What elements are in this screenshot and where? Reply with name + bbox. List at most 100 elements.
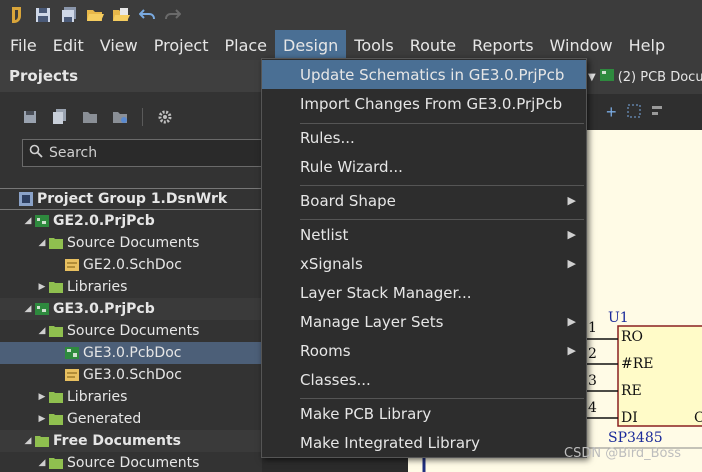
component-designator[interactable]: U1 <box>608 310 629 326</box>
tree-item-label: Libraries <box>67 279 128 295</box>
menu-item-classes[interactable]: Classes... <box>262 365 586 394</box>
tree-item-ge2-schdoc[interactable]: GE2.0.SchDoc <box>0 254 262 276</box>
menu-help[interactable]: Help <box>621 30 673 60</box>
expand-arrow-icon[interactable]: ▶ <box>36 414 48 424</box>
collapse-arrow-icon[interactable]: ◢ <box>36 238 48 248</box>
tree-item-free-documents[interactable]: ◢ Free Documents <box>0 430 262 452</box>
folder-arrow-icon[interactable] <box>78 105 102 129</box>
tree-item-label: Source Documents <box>67 323 200 339</box>
open-folder-icon[interactable] <box>82 2 108 28</box>
tree-item-project-group[interactable]: Project Group 1.DsnWrk <box>0 188 262 210</box>
menu-route[interactable]: Route <box>402 30 464 60</box>
tree-item-libraries[interactable]: ▶ Libraries <box>0 276 262 298</box>
pin-number: 1 <box>588 320 597 336</box>
folder-check-icon[interactable] <box>108 105 132 129</box>
tree-item-ge3-schdoc[interactable]: GE3.0.SchDoc <box>0 364 262 386</box>
menu-item-rules[interactable]: Rules... <box>262 123 586 152</box>
tree-item-label: Source Documents <box>67 235 200 251</box>
menu-item-rule-wizard[interactable]: Rule Wizard... <box>262 152 586 181</box>
menu-item-netlist[interactable]: Netlist ▶ <box>262 220 586 249</box>
menu-item-board-shape[interactable]: Board Shape ▶ <box>262 186 586 215</box>
menu-project[interactable]: Project <box>146 30 217 60</box>
folder-icon <box>48 390 64 404</box>
design-menu-dropdown: Update Schematics in GE3.0.PrjPcb Import… <box>261 58 587 458</box>
projects-panel: Projects Search Project Group 1.DsnWrk ◢… <box>0 60 262 472</box>
tree-item-label: GE3.0.SchDoc <box>83 367 182 383</box>
tree-item-label: Source Documents <box>67 455 200 471</box>
menu-item-import-changes[interactable]: Import Changes From GE3.0.PrjPcb <box>262 89 586 118</box>
project-options-icon[interactable] <box>48 105 72 129</box>
tab-pcb-document[interactable]: (2) PCB Docu <box>618 70 702 85</box>
gear-icon[interactable] <box>153 105 177 129</box>
menu-reports[interactable]: Reports <box>464 30 541 60</box>
watermark-text: CSDN @Bird_Boss <box>564 446 682 461</box>
menu-window[interactable]: Window <box>542 30 621 60</box>
align-icon[interactable] <box>651 104 665 121</box>
select-rect-icon[interactable] <box>627 104 641 121</box>
expand-arrow-icon[interactable]: ▶ <box>36 392 48 402</box>
tab-dropdown-icon[interactable]: ▼ <box>588 72 596 83</box>
menu-file[interactable]: File <box>2 30 45 60</box>
tree-item-label: Project Group 1.DsnWrk <box>37 191 228 207</box>
menu-design[interactable]: Design <box>275 30 347 60</box>
undo-icon[interactable] <box>134 2 160 28</box>
redo-icon[interactable] <box>160 2 186 28</box>
pin-number: 2 <box>588 346 597 362</box>
component-part-name[interactable]: SP3485 <box>608 430 663 446</box>
menu-item-label: Rooms <box>300 341 351 360</box>
menu-item-make-pcb-library[interactable]: Make PCB Library <box>262 399 586 428</box>
menu-edit[interactable]: Edit <box>45 30 92 60</box>
pcb-doc-icon <box>64 346 80 360</box>
menu-item-manage-layer-sets[interactable]: Manage Layer Sets ▶ <box>262 307 586 336</box>
pcb-project-icon <box>34 302 50 316</box>
submenu-arrow-icon: ▶ <box>567 315 576 328</box>
menu-place[interactable]: Place <box>216 30 275 60</box>
project-group-icon <box>18 192 34 206</box>
toolbar-divider <box>142 108 143 126</box>
menu-item-rooms[interactable]: Rooms ▶ <box>262 336 586 365</box>
collapse-arrow-icon[interactable]: ◢ <box>22 216 34 226</box>
menu-item-make-integrated-library[interactable]: Make Integrated Library <box>262 428 586 457</box>
tree-item-label: Libraries <box>67 389 128 405</box>
tree-item-label: Free Documents <box>53 433 182 449</box>
open-project-icon[interactable] <box>108 2 134 28</box>
menu-view[interactable]: View <box>92 30 146 60</box>
folder-icon <box>48 456 64 470</box>
pcb-doc-tab-icon <box>599 69 614 85</box>
menu-item-xsignals[interactable]: xSignals ▶ <box>262 249 586 278</box>
document-tabs: ▼ (2) PCB Docu <box>586 60 702 94</box>
tree-item-label: GE2.0.PrjPcb <box>53 213 155 229</box>
search-input[interactable]: Search <box>22 139 262 167</box>
main-toolbar <box>0 0 702 30</box>
menu-item-layer-stack-manager[interactable]: Layer Stack Manager... <box>262 278 586 307</box>
menu-item-update-schematics[interactable]: Update Schematics in GE3.0.PrjPcb <box>262 60 586 89</box>
projects-panel-title: Projects <box>0 60 262 92</box>
save-icon[interactable] <box>30 2 56 28</box>
collapse-arrow-icon[interactable]: ◢ <box>36 326 48 336</box>
menu-bar: File Edit View Project Place Design Tool… <box>0 30 702 60</box>
tree-item-label: GE3.0.PcbDoc <box>83 345 182 361</box>
add-icon[interactable]: + <box>606 102 617 123</box>
menu-tools[interactable]: Tools <box>346 30 401 60</box>
tree-item-source-documents[interactable]: ◢ Source Documents <box>0 320 262 342</box>
menu-item-label: Netlist <box>300 225 349 244</box>
tree-item-ge3-pcbdoc[interactable]: GE3.0.PcbDoc <box>0 342 262 364</box>
expand-arrow-icon[interactable]: ▶ <box>36 282 48 292</box>
pin-number: 4 <box>588 400 597 416</box>
folder-icon <box>48 280 64 294</box>
tree-item-generated[interactable]: ▶ Generated <box>0 408 262 430</box>
tree-item-source-documents[interactable]: ◢ Source Documents <box>0 452 262 472</box>
tree-item-source-documents[interactable]: ◢ Source Documents <box>0 232 262 254</box>
folder-icon <box>48 236 64 250</box>
save-project-icon[interactable] <box>18 105 42 129</box>
tree-item-ge3-project[interactable]: ◢ GE3.0.PrjPcb <box>0 298 262 320</box>
collapse-arrow-icon[interactable]: ◢ <box>22 304 34 314</box>
pin-name-partial: C <box>694 410 702 426</box>
collapse-arrow-icon[interactable]: ◢ <box>36 458 48 468</box>
save-all-icon[interactable] <box>56 2 82 28</box>
collapse-arrow-icon[interactable]: ◢ <box>22 436 34 446</box>
submenu-arrow-icon: ▶ <box>567 228 576 241</box>
menu-item-label: Board Shape <box>300 191 396 210</box>
tree-item-libraries[interactable]: ▶ Libraries <box>0 386 262 408</box>
tree-item-ge2-project[interactable]: ◢ GE2.0.PrjPcb <box>0 210 262 232</box>
